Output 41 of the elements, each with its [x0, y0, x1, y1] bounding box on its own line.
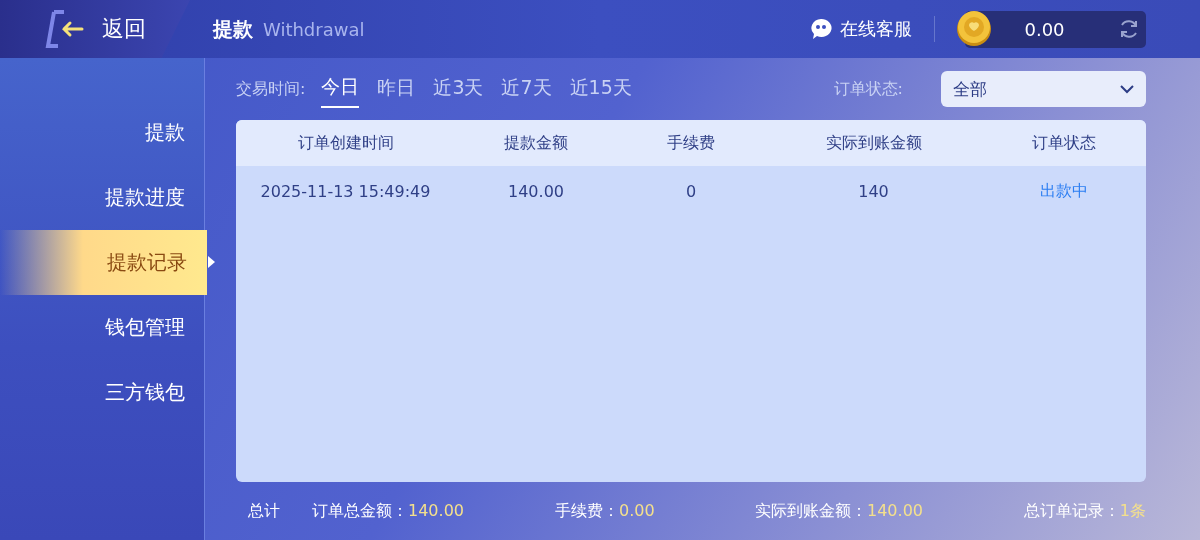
total-label: 总计	[248, 500, 280, 522]
back-label: 返回	[102, 15, 146, 43]
selection-pointer-icon	[208, 256, 215, 268]
table-cell-text: 0	[684, 181, 698, 201]
summary-value: 1条	[1119, 500, 1146, 522]
date-tab[interactable]: 近3天	[433, 71, 484, 107]
date-tab[interactable]: 近7天	[501, 71, 552, 107]
date-tab[interactable]: 昨日	[377, 71, 416, 107]
support-button[interactable]: 在线客服	[810, 17, 912, 41]
summary-value: 140.00	[408, 500, 464, 522]
balance-amount: 0.00	[1023, 18, 1066, 40]
sidebar-item[interactable]: 提款进度	[0, 165, 205, 230]
column-header: 手续费	[666, 132, 716, 154]
summary-value: 140.00	[867, 500, 923, 522]
coin-icon	[955, 8, 993, 47]
chevron-down-icon	[1120, 84, 1134, 94]
summary-label: 实际到账金额：	[755, 500, 867, 522]
chat-bubble-icon	[810, 18, 832, 40]
column-header: 订单状态	[1031, 132, 1097, 154]
table-cell-text: 140.00	[507, 181, 565, 201]
table-cell-text: 140	[857, 181, 890, 201]
column-header: 提款金额	[503, 132, 569, 154]
page-title: 提款	[213, 15, 253, 43]
sidebar-item[interactable]: 三方钱包	[0, 360, 205, 425]
date-tab[interactable]: 今日	[321, 70, 360, 108]
page-subtitle: Withdrawal	[263, 18, 365, 40]
column-header: 订单创建时间	[296, 132, 395, 154]
summary-label: 总订单记录：	[1023, 500, 1120, 522]
date-tab[interactable]: 近15天	[569, 71, 632, 107]
column-header: 实际到账金额	[824, 132, 923, 154]
summary-value: 0.00	[619, 500, 655, 522]
status-text: 出款中	[1039, 180, 1089, 202]
filter-label: 订单状态:	[833, 78, 903, 100]
sidebar-item[interactable]: 钱包管理	[0, 295, 205, 360]
summary-label: 订单总金额：	[312, 500, 408, 522]
status-dropdown[interactable]: 全部	[941, 71, 1146, 107]
table-cell-text: 2025-11-13 15:49:49	[259, 181, 432, 201]
summary-label: 手续费：	[555, 500, 619, 522]
filter-label: 交易时间:	[236, 78, 306, 100]
refresh-button[interactable]	[1118, 18, 1140, 40]
sidebar-item[interactable]: 提款	[0, 100, 205, 165]
